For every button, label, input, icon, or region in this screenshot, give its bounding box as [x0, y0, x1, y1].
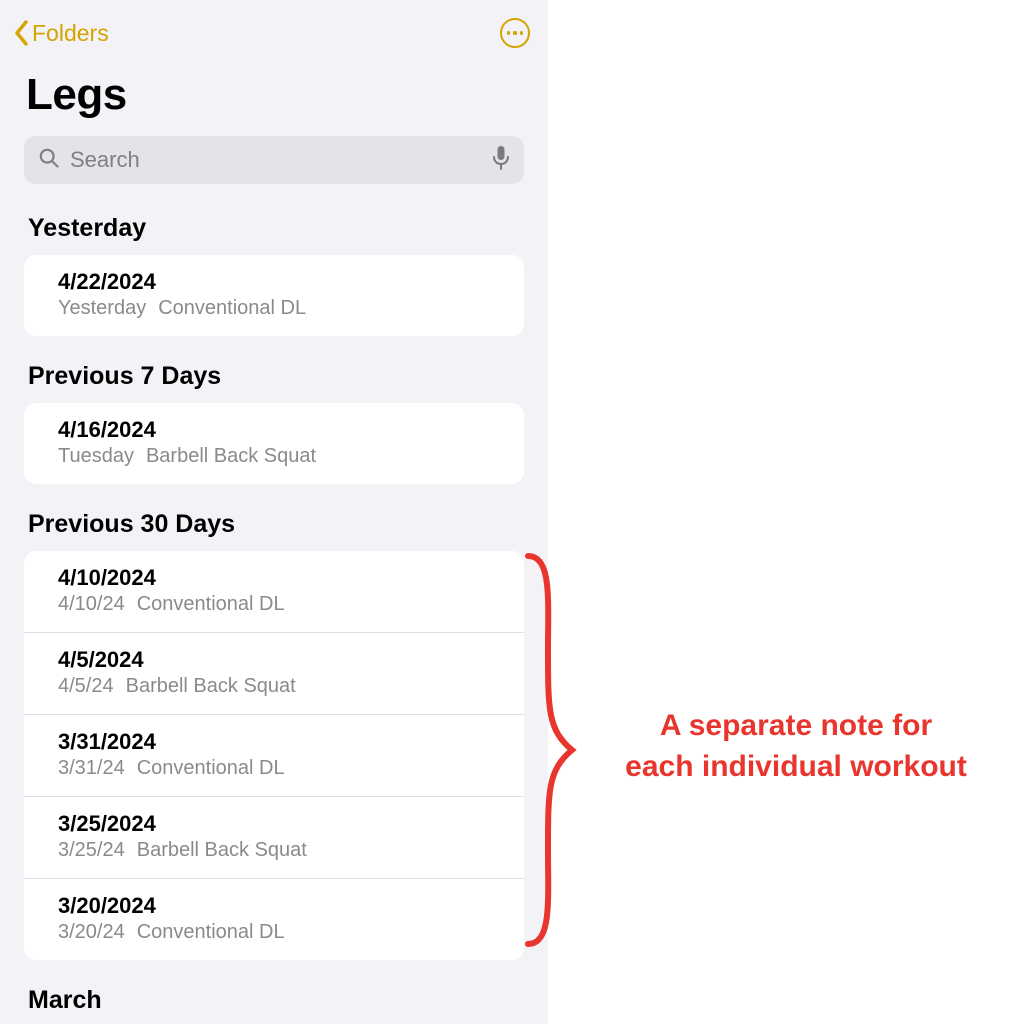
note-row[interactable]: 4/22/2024 Yesterday Conventional DL — [24, 255, 524, 336]
back-to-folders[interactable]: Folders — [14, 20, 109, 47]
chevron-left-icon — [14, 20, 30, 46]
note-subtitle: 3/31/24 Conventional DL — [58, 757, 504, 780]
notes-app-folder-view: Folders Legs Yesterday 4/22 — [0, 0, 548, 1024]
note-subtitle: 3/25/24 Barbell Back Squat — [58, 839, 504, 862]
search-input[interactable] — [68, 146, 484, 174]
note-row[interactable]: 4/5/2024 4/5/24 Barbell Back Squat — [24, 632, 524, 714]
card-prev30: 4/10/2024 4/10/24 Conventional DL 4/5/20… — [24, 551, 524, 960]
search-field[interactable] — [24, 136, 524, 184]
note-subtitle: 4/5/24 Barbell Back Squat — [58, 675, 504, 698]
section-header-yesterday: Yesterday — [0, 184, 548, 251]
note-title: 3/25/2024 — [58, 811, 504, 837]
note-row[interactable]: 3/25/2024 3/25/24 Barbell Back Squat — [24, 796, 524, 878]
card-yesterday: 4/22/2024 Yesterday Conventional DL — [24, 255, 524, 336]
back-label: Folders — [32, 20, 109, 47]
note-title: 4/16/2024 — [58, 417, 504, 443]
more-options-button[interactable] — [500, 18, 530, 48]
note-subtitle: Yesterday Conventional DL — [58, 297, 504, 320]
section-header-march: March — [0, 960, 548, 1023]
note-title: 4/22/2024 — [58, 269, 504, 295]
section-header-prev30: Previous 30 Days — [0, 484, 548, 547]
note-title: 3/31/2024 — [58, 729, 504, 755]
note-subtitle: 4/10/24 Conventional DL — [58, 593, 504, 616]
ellipsis-icon — [507, 31, 510, 34]
annotation-text: A separate note for each individual work… — [586, 706, 1006, 787]
page-title: Legs — [0, 52, 548, 126]
nav-bar: Folders — [0, 0, 548, 52]
note-row[interactable]: 3/20/2024 3/20/24 Conventional DL — [24, 878, 524, 960]
search-icon — [38, 147, 60, 174]
microphone-icon[interactable] — [492, 145, 510, 176]
note-row[interactable]: 4/16/2024 Tuesday Barbell Back Squat — [24, 403, 524, 484]
note-row[interactable]: 4/10/2024 4/10/24 Conventional DL — [24, 551, 524, 632]
note-row[interactable]: 3/31/2024 3/31/24 Conventional DL — [24, 714, 524, 796]
note-subtitle: 3/20/24 Conventional DL — [58, 921, 504, 944]
note-subtitle: Tuesday Barbell Back Squat — [58, 445, 504, 468]
card-prev7: 4/16/2024 Tuesday Barbell Back Squat — [24, 403, 524, 484]
section-header-prev7: Previous 7 Days — [0, 336, 548, 399]
note-title: 4/5/2024 — [58, 647, 504, 673]
note-title: 3/20/2024 — [58, 893, 504, 919]
note-title: 4/10/2024 — [58, 565, 504, 591]
